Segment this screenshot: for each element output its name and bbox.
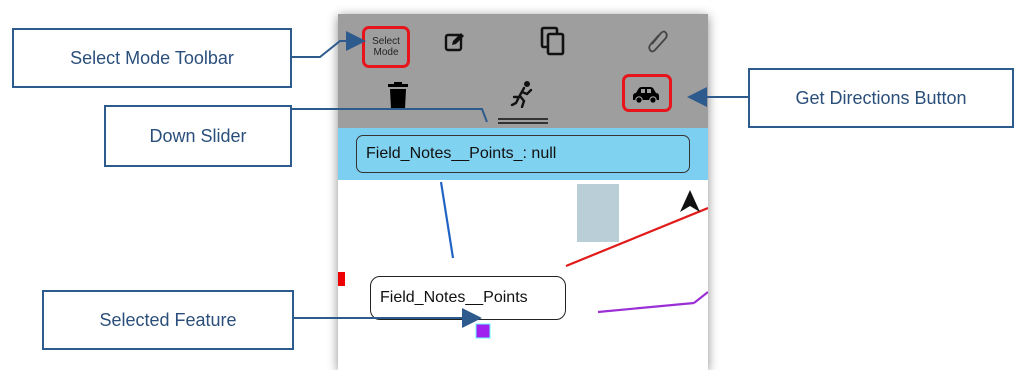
annotation-selected-feature: Selected Feature [42,290,294,350]
annotation-select-mode-toolbar: Select Mode Toolbar [12,28,292,88]
annotation-get-directions-button: Get Directions Button [748,68,1014,128]
annotation-down-slider: Down Slider [104,105,292,167]
